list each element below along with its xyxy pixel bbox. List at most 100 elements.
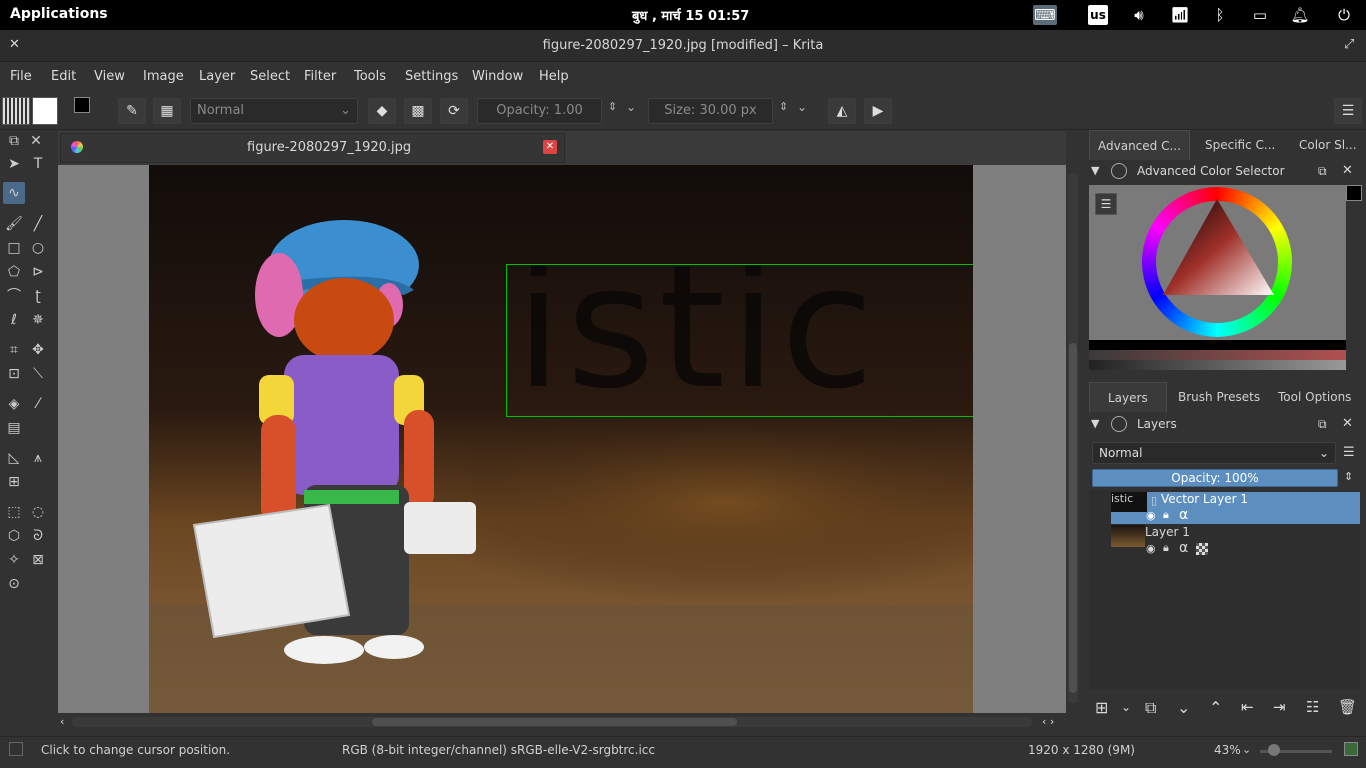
keyboard-layout-indicator[interactable]: us — [1088, 5, 1108, 25]
notifications-icon[interactable]: 🔔︎ — [1289, 5, 1311, 25]
lock-docker-icon[interactable] — [1111, 416, 1127, 432]
line-tool-icon[interactable]: ╱ — [27, 213, 49, 235]
layer-options-icon[interactable]: ☰ — [1343, 445, 1355, 460]
wifi-icon[interactable]: 📶︎ — [1169, 5, 1191, 25]
polygon-tool-icon[interactable]: ⬠ — [3, 261, 25, 283]
brush-preset-icon[interactable] — [2, 97, 30, 125]
layer-blend-mode-select[interactable]: Normal ⌄ — [1092, 442, 1336, 464]
collapse-icon[interactable]: ▼ — [1091, 164, 1099, 177]
blend-mode-select[interactable]: Normal ⌄ — [190, 98, 358, 124]
menu-file[interactable]: File — [10, 69, 32, 84]
horizontal-scrollbar[interactable]: ‹ ‹ › — [58, 713, 1066, 733]
lock-icon[interactable]: 🔒︎ — [1163, 508, 1169, 522]
lock-icon[interactable]: 🔒︎ — [1163, 541, 1169, 555]
size-slider[interactable]: Size: 30.00 px — [648, 98, 773, 124]
perspective-grid-tool-icon[interactable]: ⩚ — [27, 447, 49, 469]
chevron-down-icon[interactable]: ⌄ — [1242, 743, 1251, 756]
measure-tool-icon[interactable]: ⟍ — [27, 363, 49, 385]
canvas-only-icon[interactable] — [1344, 742, 1358, 756]
menu-filter[interactable]: Filter — [304, 69, 336, 84]
crop-tool-icon[interactable]: ⌗ — [3, 339, 25, 361]
similar-select-tool-icon[interactable]: ⊠ — [27, 549, 49, 571]
move-layer-down-icon[interactable]: ⌄ — [1177, 698, 1190, 717]
float-docker-icon[interactable]: ⧉ — [1318, 164, 1327, 179]
scroll-left-icon[interactable]: ‹ — [60, 715, 64, 728]
select-shapes-tool-icon[interactable]: ➤ — [3, 153, 25, 175]
volume-icon[interactable]: 🔊︎ — [1128, 5, 1150, 25]
polyline-tool-icon[interactable]: ⊳ — [27, 261, 49, 283]
current-color-swatch[interactable] — [1346, 185, 1362, 201]
color-history-bars[interactable] — [1089, 340, 1346, 374]
menu-window[interactable]: Window — [472, 69, 523, 84]
collapse-icon[interactable]: ▼ — [1091, 417, 1099, 430]
ellipse-select-tool-icon[interactable]: ◌ — [27, 501, 49, 523]
freehand-path-tool-icon[interactable]: ʈ — [27, 285, 49, 307]
opacity-spinner-icon[interactable]: ⇕ — [608, 100, 617, 113]
chevron-down-icon[interactable]: ⌄ — [626, 100, 636, 114]
menu-image[interactable]: Image — [143, 69, 184, 84]
document-tab[interactable]: figure-2080297_1920.jpg ✕ — [60, 133, 565, 163]
workspace-icon[interactable]: ▦ — [153, 98, 181, 124]
move-layer-up-icon[interactable]: ⌃ — [1209, 698, 1222, 717]
mirror-horizontal-icon[interactable]: ◭ — [828, 98, 856, 124]
tab-color-sliders[interactable]: Color Sl... — [1291, 130, 1365, 160]
layer-name[interactable]: Layer 1 — [1145, 525, 1190, 539]
layer-row-layer-1[interactable]: Layer 1 ◉ 🔒︎ α — [1111, 525, 1360, 557]
zoom-level[interactable]: 43% — [1214, 743, 1241, 757]
tab-tool-options[interactable]: Tool Options — [1270, 382, 1359, 412]
inherit-alpha-icon[interactable] — [1196, 543, 1208, 555]
menu-view[interactable]: View — [94, 69, 125, 84]
move-into-group-icon[interactable]: ⇤ — [1241, 698, 1254, 716]
menu-edit[interactable]: Edit — [51, 69, 76, 84]
calligraphy-tool-icon[interactable]: ∿ — [3, 182, 25, 204]
lock-docker-icon[interactable] — [1111, 163, 1127, 179]
reload-preset-icon[interactable]: ⟳ — [440, 98, 468, 124]
layer-properties-icon[interactable]: ☷ — [1306, 698, 1319, 716]
bezier-tool-icon[interactable]: ⌒ — [3, 285, 25, 307]
contiguous-select-tool-icon[interactable]: ✧ — [3, 549, 25, 571]
power-icon[interactable]: ⏻ — [1333, 5, 1355, 25]
transform-tool-icon[interactable]: ⊡ — [3, 363, 25, 385]
polygon-select-tool-icon[interactable]: ⬡ — [3, 525, 25, 547]
add-layer-icon[interactable]: ⊞ — [1095, 698, 1108, 717]
layer-row-vector-layer-1[interactable]: istic ▯ Vector Layer 1 ◉ 🔒︎ α — [1111, 492, 1360, 524]
move-tool-icon[interactable]: ✥ — [27, 339, 49, 361]
brush-edit-icon[interactable]: ✎ — [118, 98, 146, 124]
eraser-icon[interactable]: ◆ — [368, 98, 396, 124]
assistant-tool-icon[interactable]: ◺ — [3, 447, 25, 469]
tab-brush-presets[interactable]: Brush Presets — [1170, 382, 1268, 412]
canvas-area[interactable]: istic — [58, 165, 1078, 713]
duplicate-layer-icon[interactable]: ⧉ — [1145, 698, 1156, 718]
scroll-right-icon[interactable]: ‹ › — [1042, 715, 1054, 728]
toolbar-menu-icon[interactable]: ☰ — [1334, 98, 1362, 124]
zoom-slider-handle[interactable] — [1268, 744, 1280, 756]
rectangle-tool-icon[interactable]: □ — [3, 237, 25, 259]
rect-select-tool-icon[interactable]: ⬚ — [3, 501, 25, 523]
mirror-vertical-icon[interactable]: ▶ — [864, 98, 892, 124]
close-tab-icon[interactable]: ✕ — [543, 140, 557, 154]
freehand-select-tool-icon[interactable]: ᘐ — [27, 525, 49, 547]
gradient-swatch[interactable] — [32, 97, 58, 125]
menu-layer[interactable]: Layer — [199, 69, 235, 84]
color-settings-icon[interactable]: ☰ — [1095, 193, 1117, 215]
color-picker-tool-icon[interactable]: ⁄ — [27, 393, 49, 415]
fill-tool-icon[interactable]: ◈ — [3, 393, 25, 415]
applications-menu[interactable]: Applications — [10, 6, 108, 22]
float-docker-icon[interactable]: ⧉ — [1318, 417, 1327, 432]
color-selector-area[interactable]: ☰ — [1089, 185, 1346, 340]
alpha-lock-icon[interactable]: α — [1179, 507, 1188, 523]
move-out-group-icon[interactable]: ⇥ — [1273, 698, 1286, 716]
bluetooth-icon[interactable]: ᛒ — [1209, 5, 1231, 25]
tab-advanced-color[interactable]: Advanced C... — [1089, 130, 1190, 160]
maximize-window-icon[interactable]: ⤢ — [1344, 37, 1354, 52]
float-docker-icon[interactable]: ⧉ — [3, 130, 25, 152]
eye-icon[interactable]: ◉ — [1146, 542, 1156, 555]
opacity-spinner-icon[interactable]: ⇕ — [1344, 470, 1353, 483]
keyboard-icon[interactable]: ⌨ — [1033, 5, 1057, 25]
vector-text-selection[interactable]: istic — [506, 264, 973, 417]
fg-bg-color-selector[interactable] — [74, 97, 100, 123]
close-docker-icon[interactable]: ✕ — [25, 130, 47, 152]
battery-icon[interactable]: ▭ — [1249, 5, 1271, 25]
menu-select[interactable]: Select — [250, 69, 290, 84]
delete-layer-icon[interactable]: 🗑︎ — [1338, 698, 1357, 716]
